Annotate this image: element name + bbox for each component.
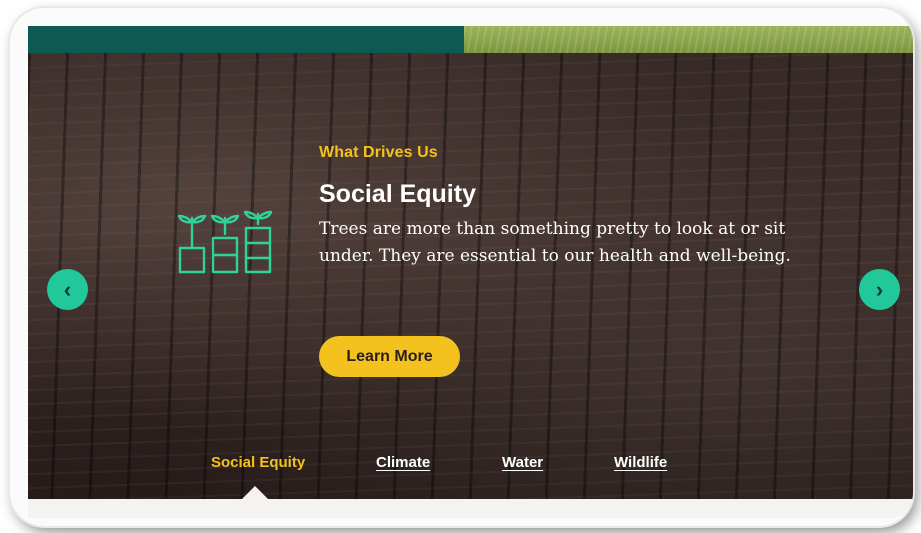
seedling-planters-icon <box>178 210 273 274</box>
hero-description: Trees are more than something pretty to … <box>319 219 791 266</box>
learn-more-button[interactable]: Learn More <box>319 336 460 377</box>
tab-wildlife[interactable]: Wildlife <box>614 454 667 471</box>
page-frame: What Drives Us Social Equity Trees are m… <box>10 8 913 526</box>
chevron-right-icon: › <box>875 276 884 302</box>
carousel-prev-button[interactable]: ‹ <box>47 269 88 310</box>
chevron-left-icon: ‹ <box>63 276 72 302</box>
topic-tabs: Social Equity Climate Water Wildlife <box>28 454 913 478</box>
hero-section: What Drives Us Social Equity Trees are m… <box>28 26 913 518</box>
section-eyebrow: What Drives Us <box>319 144 438 161</box>
hero-title: Social Equity <box>319 180 476 208</box>
hero-content: What Drives Us Social Equity Trees are m… <box>28 26 913 518</box>
tab-climate[interactable]: Climate <box>376 454 430 471</box>
tab-water[interactable]: Water <box>502 454 543 471</box>
active-tab-indicator <box>242 486 268 499</box>
carousel-next-button[interactable]: › <box>859 269 900 310</box>
tab-social-equity[interactable]: Social Equity <box>211 454 305 471</box>
